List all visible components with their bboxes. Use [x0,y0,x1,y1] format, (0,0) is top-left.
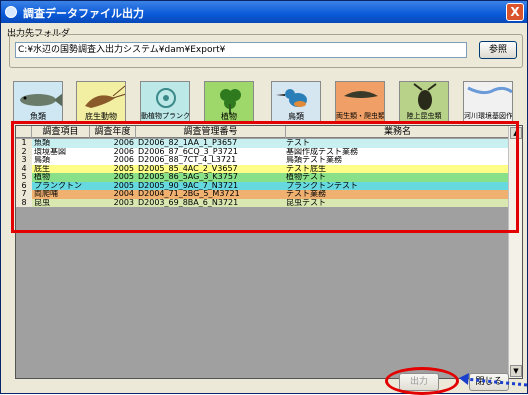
column-header-year[interactable]: 調査年度 [90,126,136,138]
row-number: 2 [16,147,32,156]
output-path-field[interactable]: C:¥水辺の国勢調査入出力システム¥dam¥Export¥ [15,42,467,58]
cell-task: 昆虫テスト [286,198,326,207]
browse-button[interactable]: 参照 [479,41,517,59]
category-label: 河川環境基図作成調査 [464,112,513,120]
cell-task: プランクトンテスト [286,181,358,190]
row-number: 5 [16,173,32,182]
close-window-button[interactable]: X [506,3,524,21]
row-number: 8 [16,198,32,207]
row-number: 1 [16,139,32,148]
category-label: 植物 [221,112,237,121]
row-number: 6 [16,181,32,190]
cell-year: 2006 [113,156,134,164]
cell-task: 基図作成テスト業務 [286,147,358,156]
scroll-up-arrow-icon[interactable]: ▲ [510,127,522,139]
column-header-task[interactable]: 業務名 [286,126,510,138]
app-icon [5,6,17,18]
category-tile-fish[interactable]: 魚類 [13,81,63,123]
category-label: 底生動物 [85,112,117,121]
cell-item: プランクトン [34,181,82,190]
cell-id: D2004_71_2BG_5_M3721 [138,190,240,198]
cell-id: D2006_82_1AA_1_P3657 [138,139,238,147]
table-row[interactable]: 8 昆虫 2003 D2003_69_8BA_6_N3721 昆虫テスト [16,198,510,207]
highlight-oval-output [385,367,459,395]
table-row[interactable]: 1 魚類 2006 D2006_82_1AA_1_P3657 テスト [16,139,510,148]
category-tile-plant[interactable]: 植物 [204,81,254,123]
export-dialog: 調査データファイル出力 X 出力先フォルダ C:¥水辺の国勢調査入出力システム¥… [0,0,528,395]
row-number: 3 [16,156,32,165]
cell-item: 魚類 [34,139,50,147]
category-label: 鳥類 [288,112,304,121]
cell-year: 2005 [113,181,134,190]
category-label: 動植物プランクトン [141,112,190,120]
column-header-item[interactable]: 調査項目 [32,126,90,138]
grid-header: 調査項目 調査年度 調査管理番号 業務名 [16,126,510,138]
cell-item: 底生 [34,164,50,173]
category-tile-insect[interactable]: 陸上昆虫類 [399,81,449,123]
category-label: 魚類 [30,112,46,121]
cell-item: 環境基図 [34,147,66,156]
cell-id: D2005_90_9AC_7_N3721 [138,181,239,190]
table-row[interactable]: 7 両爬哺 2004 D2004_71_2BG_5_M3721 テスト業務 [16,190,510,199]
cell-id: D2006_88_7CT_4_L3721 [138,156,237,164]
table-row[interactable]: 4 底生 2005 D2005_85_4AC_2_V3657 テスト底生 [16,164,510,173]
column-header-id[interactable]: 調査管理番号 [136,126,286,138]
cell-year: 2005 [113,173,134,181]
table-row[interactable]: 2 環境基図 2006 D2006_87_6CQ_3_P3721 基図作成テスト業務 [16,147,510,156]
cell-task: テスト底生 [286,164,326,173]
window-title: 調査データファイル出力 [23,7,144,20]
category-label: 両生類・爬虫類・哺乳類 [336,112,385,120]
category-tile-plankton[interactable]: 動植物プランクトン [140,81,190,123]
row-number: 4 [16,164,32,173]
cell-item: 鳥類 [34,156,50,164]
cell-task: 鳥類テスト業務 [286,156,342,164]
vertical-scrollbar[interactable]: ▲ ▼ [508,126,522,378]
cell-id: D2003_69_8BA_6_N3721 [138,198,239,207]
cell-year: 2004 [113,190,134,198]
row-number: 7 [16,190,32,199]
table-row[interactable]: 6 プランクトン 2005 D2005_90_9AC_7_N3721 プランクトンテスト [16,181,510,190]
cell-item: 両爬哺 [34,190,58,198]
cell-task: 植物テスト [286,173,326,181]
pointer-arrow-icon [459,373,528,387]
cell-year: 2006 [113,139,134,147]
cell-id: D2006_87_6CQ_3_P3721 [138,147,238,156]
table-row[interactable]: 3 鳥類 2006 D2006_88_7CT_4_L3721 鳥類テスト業務 [16,156,510,165]
cell-year: 2005 [113,164,134,173]
survey-data-grid[interactable]: 調査項目 調査年度 調査管理番号 業務名 1 魚類 2006 D2006_82_1AA… [15,125,523,379]
category-label: 陸上昆虫類 [406,112,442,120]
category-tile-amphibian[interactable]: 両生類・爬虫類・哺乳類 [335,81,385,123]
title-bar[interactable]: 調査データファイル出力 X [1,1,527,23]
row-number-header [16,126,32,138]
cell-item: 植物 [34,173,50,181]
cell-task: テスト [286,139,310,147]
table-row[interactable]: 5 植物 2005 D2005_86_5AG_3_K3757 植物テスト [16,173,510,182]
cell-id: D2005_86_5AG_3_K3757 [138,173,239,181]
cell-item: 昆虫 [34,198,50,207]
category-tile-river-map[interactable]: 河川環境基図作成調査 [463,81,513,123]
cell-id: D2005_85_4AC_2_V3657 [138,164,238,173]
category-tile-bird[interactable]: 鳥類 [271,81,321,123]
category-tile-benthos[interactable]: 底生動物 [76,81,126,123]
cell-task: テスト業務 [286,190,326,198]
cell-year: 2006 [113,147,134,156]
cell-year: 2003 [113,198,134,207]
